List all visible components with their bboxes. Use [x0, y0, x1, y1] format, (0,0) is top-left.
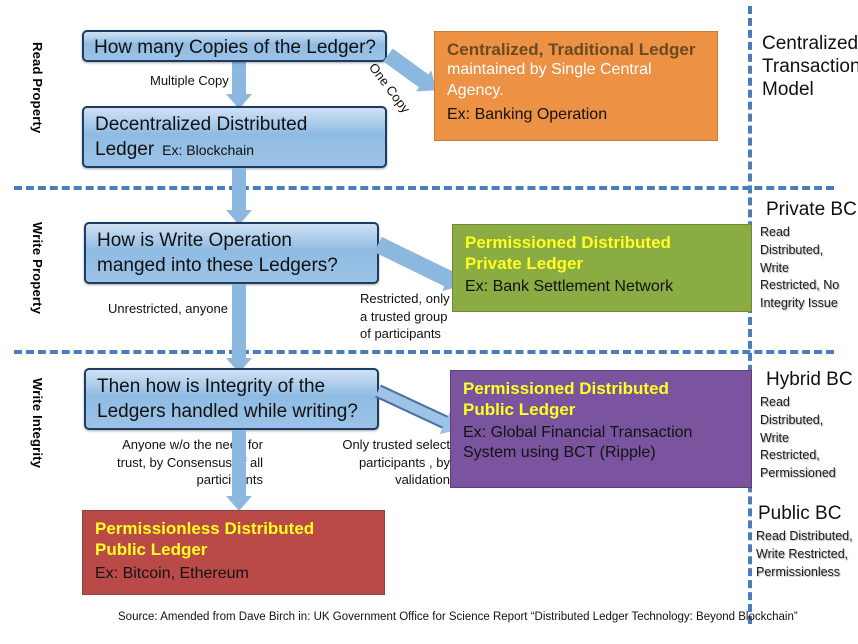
right-column-public-bc-sub: Read Distributed, Write Restricted, Perm…: [756, 528, 858, 581]
rc-private-line5: Integrity Issue: [760, 296, 838, 310]
outcome-box-permissionless-ledger[interactable]: Permissionless Distributed Public Ledger…: [82, 510, 385, 595]
rc-hybrid-line3: Write: [760, 430, 789, 445]
question-box-write-operation[interactable]: How is Write Operation manged into these…: [84, 222, 379, 284]
band-label-read-property: Read Property: [30, 42, 45, 134]
outcome-box-public-permissioned-ledger[interactable]: Permissioned Distributed Public Ledger E…: [450, 370, 752, 488]
edge-label-restricted: Restricted, only a trusted group of part…: [360, 290, 450, 343]
ledger-box-decentralized-line2: Ledger: [95, 139, 155, 161]
arrow-multiple-copy: [226, 60, 252, 109]
outcome-hybrid-example-line1: Ex: Global Financial Transaction: [463, 423, 693, 441]
rc-public-line2: Write Restricted,: [756, 546, 849, 561]
rc-centralized-line1: Centralized: [762, 33, 858, 54]
right-column-hybrid-bc-title: Hybrid BC: [766, 369, 853, 390]
outcome-private-example: Ex: Bank Settlement Network: [465, 277, 674, 295]
diagram-canvas: Read Property Write Property Write Integ…: [0, 0, 858, 644]
right-column-public-bc-title: Public BC: [758, 503, 842, 524]
edge-label-restricted-line2: a trusted group: [360, 308, 448, 324]
ledger-box-decentralized-line1: Decentralized Distributed: [95, 114, 308, 135]
edge-label-trusted-line1: Only trusted select: [342, 437, 450, 452]
outcome-centralized-header: Centralized, Traditional Ledger: [447, 40, 696, 59]
right-column-private-bc-title: Private BC: [766, 199, 857, 220]
band-label-write-property: Write Property: [30, 222, 45, 315]
separator-right-column: [748, 6, 752, 624]
edge-label-trusted-line3: validation: [395, 472, 450, 488]
outcome-private-header-line2: Private Ledger: [465, 254, 584, 274]
outcome-permissionless-header-line1: Permissionless Distributed: [95, 519, 315, 538]
question-box-integrity[interactable]: Then how is Integrity of the Ledgers han…: [84, 368, 379, 430]
edge-label-restricted-line1: Restricted, only: [360, 291, 450, 306]
rc-hybrid-line2: Distributed,: [760, 412, 824, 427]
rc-centralized-line3: Model: [762, 79, 814, 101]
source-citation: Source: Amended from Dave Birch in: UK G…: [118, 611, 798, 623]
rc-private-line4: Restricted, No: [760, 278, 840, 293]
rc-public-line1: Read Distributed,: [756, 529, 853, 543]
right-column-hybrid-bc-sub: Read Distributed, Write Restricted, Perm…: [760, 394, 852, 483]
outcome-hybrid-example-line2: System using BCT (Ripple): [463, 444, 656, 462]
question-box-copies-text: How many Copies of the Ledger?: [94, 37, 376, 58]
rc-hybrid-line1: Read: [760, 395, 790, 409]
question-write-operation-line2: manged into these Ledgers?: [97, 255, 338, 277]
outcome-box-private-ledger[interactable]: Permissioned Distributed Private Ledger …: [452, 224, 752, 312]
outcome-permissionless-header-line2: Public Ledger: [95, 540, 208, 560]
ledger-box-decentralized-example: Ex: Blockchain: [162, 142, 254, 159]
outcome-private-header-line1: Permissioned Distributed: [465, 233, 671, 252]
rc-private-line1: Read: [760, 225, 790, 239]
outcome-centralized-body-line1: maintained by Single Central: [447, 61, 652, 79]
ledger-box-decentralized[interactable]: Decentralized Distributed Ledger Ex: Blo…: [82, 106, 387, 168]
question-box-copies[interactable]: How many Copies of the Ledger?: [82, 30, 387, 62]
rc-centralized-line2: Transaction: [762, 56, 858, 78]
rc-private-line3: Write: [760, 260, 789, 275]
outcome-hybrid-header-line1: Permissioned Distributed: [463, 379, 669, 398]
right-column-private-bc-sub: Read Distributed, Write Restricted, No I…: [760, 224, 852, 313]
arrow-write-to-integrity-question: [226, 284, 252, 374]
edge-label-trusted-validation: Only trusted select participants , by va…: [330, 436, 450, 489]
edge-label-unrestricted: Unrestricted, anyone: [108, 301, 228, 316]
separator-write-integrity: [14, 350, 834, 354]
outcome-box-centralized[interactable]: Centralized, Traditional Ledger maintain…: [434, 31, 718, 141]
right-column-centralized-title: Centralized Transaction Model: [762, 32, 858, 102]
outcome-permissionless-example: Ex: Bitcoin, Ethereum: [95, 564, 249, 582]
rc-public-line3: Permissionless: [756, 564, 841, 579]
separator-read-write: [14, 186, 834, 190]
edge-label-trusted-line2: participants , by: [358, 454, 450, 470]
question-integrity-line2: Ledgers handled while writing?: [97, 401, 358, 423]
question-write-operation-line1: How is Write Operation: [97, 230, 292, 251]
question-integrity-line1: Then how is Integrity of the: [97, 376, 326, 397]
outcome-centralized-example: Ex: Banking Operation: [447, 105, 608, 123]
arrow-ledger-to-write-question: [226, 168, 252, 226]
rc-private-line2: Distributed,: [760, 242, 824, 257]
rc-hybrid-line4: Restricted,: [760, 448, 820, 463]
outcome-hybrid-header-line2: Public Ledger: [463, 400, 576, 420]
outcome-centralized-body-line2: Agency.: [447, 82, 504, 100]
arrow-consensus-to-permissionless: [226, 430, 252, 512]
edge-label-restricted-line3: of participants: [360, 326, 441, 342]
rc-hybrid-line5: Permissioned: [760, 466, 836, 480]
edge-label-multiple-copy: Multiple Copy: [150, 73, 229, 88]
band-label-write-integrity: Write Integrity: [30, 378, 45, 469]
